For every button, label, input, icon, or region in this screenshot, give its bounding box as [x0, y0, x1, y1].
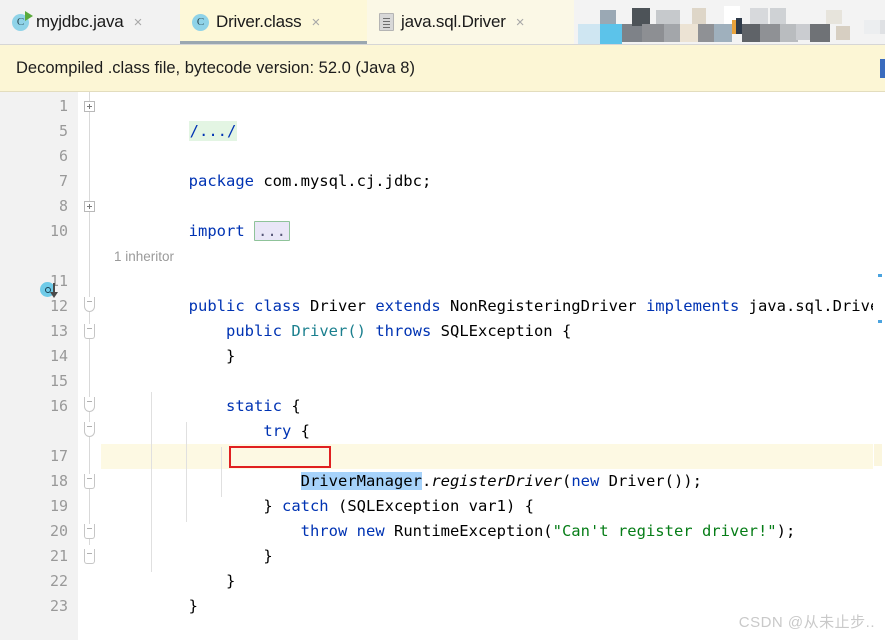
line-number: 13 [49, 322, 68, 340]
closing-brace: } [225, 347, 236, 365]
csdn-watermark: CSDN @从未止步.. [738, 614, 875, 631]
code-line-6[interactable]: package com.mysql.cj.jdbc; [101, 144, 885, 190]
line-number: 5 [58, 122, 68, 140]
keyword-package: package [188, 172, 254, 190]
line-number: 19 [49, 497, 68, 515]
package-name: com.mysql.cj.jdbc; [253, 172, 432, 190]
java-class-icon: C [192, 13, 209, 31]
line-number: 15 [49, 372, 68, 390]
code-line-12[interactable]: public Driver() throws SQLException { [101, 294, 885, 340]
line-number: 16 [49, 397, 68, 415]
line-number: 17 [49, 447, 68, 465]
tab-label: myjdbc.java [36, 12, 124, 31]
marker-caret [874, 444, 882, 466]
tab-myjdbc-java[interactable]: C myjdbc.java × [0, 0, 180, 44]
open-brace: { [291, 422, 310, 440]
keyword-try: try [263, 422, 292, 440]
decompiled-notification-bar: Decompiled .class file, bytecode version… [0, 45, 885, 92]
tab-label: Driver.class [216, 12, 302, 31]
tab-close-icon[interactable]: × [131, 13, 146, 32]
line-number: 20 [49, 522, 68, 540]
editor-window: C myjdbc.java × C Driver.class × java.sq… [0, 0, 885, 641]
line-number: 21 [49, 547, 68, 565]
code-line-16[interactable]: try { [101, 394, 885, 440]
line-number: 1 [58, 97, 68, 115]
fold-region-catch-end[interactable] [84, 524, 95, 539]
fold-toggle-import[interactable] [84, 201, 95, 212]
fold-region-static-end[interactable] [84, 549, 95, 564]
decompiled-file-icon [379, 13, 394, 31]
fold-region-constructor-end[interactable] [84, 324, 95, 339]
fold-region-try-start[interactable] [84, 422, 95, 437]
code-line-19[interactable]: throw new RuntimeException("Can't regist… [101, 494, 885, 540]
implementing-method-icon[interactable] [40, 282, 58, 299]
code-vision-inheritor-hint[interactable]: 1 inheritor [114, 246, 174, 268]
line-number: 7 [58, 172, 68, 190]
code-line-20[interactable]: } [101, 519, 885, 565]
line-number: 8 [58, 197, 68, 215]
blurred-tabs-region[interactable] [574, 0, 885, 44]
code-line-17[interactable]: DriverManager.registerDriver(new Driver(… [101, 444, 885, 490]
folded-imports-placeholder[interactable]: ... [254, 221, 290, 241]
line-number: 6 [58, 147, 68, 165]
tab-java-sql-driver[interactable]: java.sql.Driver × [367, 0, 574, 44]
code-text-area[interactable]: /.../ package com.mysql.cj.jdbc; import … [101, 92, 885, 640]
line-number: 22 [49, 572, 68, 590]
code-line-8[interactable]: import ... [101, 194, 885, 241]
java-class-runnable-icon: C [12, 10, 33, 31]
editor-tab-bar: C myjdbc.java × C Driver.class × java.sq… [0, 0, 885, 45]
notification-action-link[interactable] [880, 59, 885, 78]
closing-brace: } [188, 597, 198, 615]
code-line-18[interactable]: } catch (SQLException var1) { [101, 469, 885, 515]
notification-text: Decompiled .class file, bytecode version… [16, 58, 415, 77]
code-line-1[interactable]: /.../ [101, 94, 885, 141]
fold-region-constructor-start[interactable] [84, 297, 95, 312]
marker-info[interactable] [878, 274, 882, 277]
code-editor: 1 5 6 7 8 10 11 12 13 14 15 16 17 18 19 … [0, 92, 885, 640]
code-line-11[interactable]: public class Driver extends NonRegisteri… [101, 269, 885, 315]
code-line-21[interactable]: } [101, 544, 885, 590]
fold-toggle-comment[interactable] [84, 101, 95, 112]
line-number: 18 [49, 472, 68, 490]
keyword-import: import [188, 222, 245, 240]
line-number: 10 [49, 222, 68, 240]
line-number: 23 [49, 597, 68, 615]
code-line-15[interactable]: static { [101, 369, 885, 415]
marker-info[interactable] [878, 320, 882, 323]
tab-driver-class[interactable]: C Driver.class × [180, 0, 367, 44]
code-line-22[interactable]: } [101, 569, 885, 615]
tab-label: java.sql.Driver [401, 12, 506, 31]
editor-gutter[interactable]: 1 5 6 7 8 10 11 12 13 14 15 16 17 18 19 … [0, 92, 115, 640]
tab-close-icon[interactable]: × [308, 13, 323, 32]
code-folding-column[interactable] [78, 92, 101, 640]
line-number: 14 [49, 347, 68, 365]
tab-close-icon[interactable]: × [513, 13, 528, 32]
folded-comment-placeholder[interactable]: /.../ [188, 121, 238, 141]
fold-region-static-start[interactable] [84, 397, 95, 412]
error-marker-strip[interactable] [873, 92, 885, 640]
fold-region-try-end[interactable] [84, 474, 95, 489]
code-line-13[interactable]: } [101, 319, 885, 365]
